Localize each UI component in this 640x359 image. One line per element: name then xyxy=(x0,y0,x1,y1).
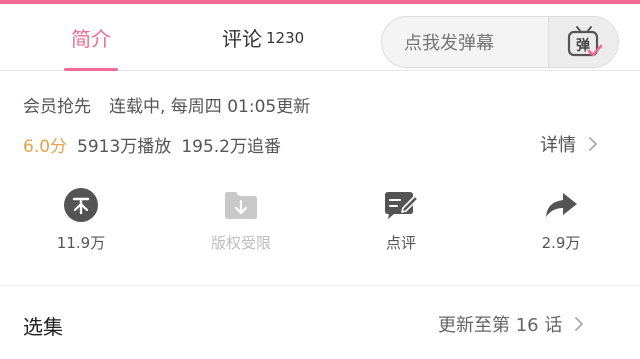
details-label: 详情 xyxy=(540,135,576,156)
tab-comments[interactable]: 评论 1230 xyxy=(222,4,304,71)
play-count: 5913万播放 xyxy=(77,137,172,157)
share-action[interactable]: 2.9万 xyxy=(511,182,611,253)
share-count: 2.9万 xyxy=(541,234,581,252)
danmaku-button[interactable]: 弹 xyxy=(548,17,618,67)
review-icon xyxy=(385,192,419,219)
action-row: 11.9万 版权受限 点评 2.9万 xyxy=(0,182,640,262)
episodes-title: 选集 xyxy=(23,315,63,339)
chevron-right-icon xyxy=(589,137,597,151)
review-action[interactable]: 点评 xyxy=(351,182,451,253)
episodes-update-label: 更新至第 16 话 xyxy=(438,315,563,336)
coin-action[interactable]: 11.9万 xyxy=(31,182,131,253)
danmaku-input[interactable]: 点我发弹幕 xyxy=(382,17,548,67)
coin-count: 11.9万 xyxy=(56,234,106,252)
tab-comments-label: 评论 xyxy=(222,27,262,51)
download-label: 版权受限 xyxy=(210,234,271,252)
copyright-download-icon xyxy=(225,192,257,219)
stats-line: 6.0分 5913万播放 195.2万追番 xyxy=(23,132,281,157)
tab-intro[interactable]: 简介 xyxy=(64,4,118,71)
download-action[interactable]: 版权受限 xyxy=(191,182,291,253)
vip-first-label: 会员抢先 xyxy=(23,97,91,117)
active-tab-indicator xyxy=(64,68,118,71)
tab-intro-label: 简介 xyxy=(71,27,111,51)
release-info: 会员抢先 连载中, 每周四 01:05更新 xyxy=(23,92,310,117)
coin-icon xyxy=(64,188,98,222)
tab-bar: 简介 评论 1230 点我发弹幕 弹 xyxy=(0,4,640,71)
review-label: 点评 xyxy=(385,234,416,252)
share-icon xyxy=(546,193,577,217)
update-schedule: 连载中, 每周四 01:05更新 xyxy=(109,97,311,117)
comments-count: 1230 xyxy=(266,28,305,47)
chevron-right-icon xyxy=(575,317,584,331)
follow-count: 195.2万追番 xyxy=(181,137,281,157)
danmaku-bar: 点我发弹幕 弹 xyxy=(381,16,619,68)
danmaku-tv-icon: 弹 xyxy=(567,26,602,57)
details-link[interactable]: 详情 xyxy=(540,130,598,158)
episodes-update-link[interactable]: 更新至第 16 话 xyxy=(438,310,584,338)
score: 6.0分 xyxy=(23,137,68,157)
section-divider xyxy=(0,285,640,286)
